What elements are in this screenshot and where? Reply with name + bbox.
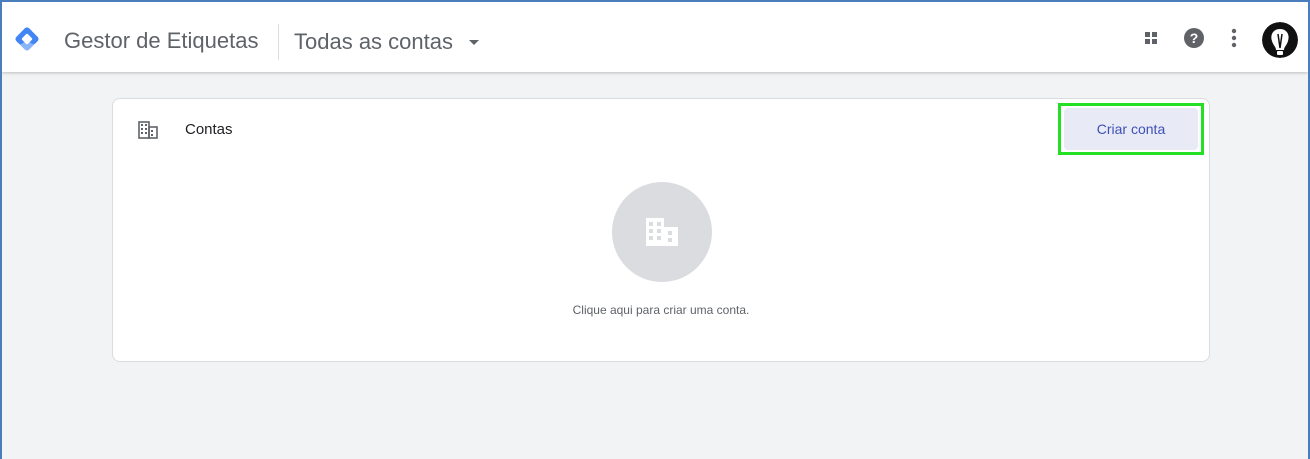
caret-down-icon: [468, 39, 479, 45]
account-switcher-label: Todas as contas: [294, 29, 453, 54]
header-divider: [278, 24, 279, 60]
apps-grid-icon[interactable]: [1139, 26, 1163, 50]
app-window: Gestor de Etiquetas Todas as contas ? Co…: [0, 0, 1310, 459]
create-account-button[interactable]: Criar conta: [1064, 108, 1198, 150]
accounts-card: Contas Criar conta Clique aqui para cria…: [112, 98, 1210, 362]
top-app-bar: Gestor de Etiquetas Todas as contas ?: [2, 2, 1308, 72]
empty-state-building-icon[interactable]: [612, 182, 712, 282]
help-icon[interactable]: ?: [1182, 26, 1206, 50]
product-name[interactable]: Gestor de Etiquetas: [64, 28, 258, 54]
empty-state-message[interactable]: Clique aqui para criar uma conta.: [113, 303, 1209, 317]
user-avatar[interactable]: [1262, 22, 1298, 58]
more-vert-icon[interactable]: [1222, 26, 1246, 50]
gtm-logo-icon[interactable]: [14, 26, 40, 57]
svg-text:?: ?: [1190, 30, 1199, 46]
card-title: Contas: [185, 121, 233, 138]
building-icon: [138, 121, 158, 144]
account-switcher[interactable]: Todas as contas: [294, 26, 479, 58]
